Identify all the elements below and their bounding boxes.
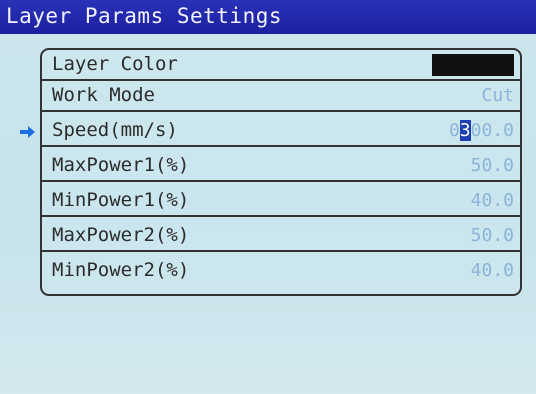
maxpower2-value[interactable]: 50.0 bbox=[471, 225, 514, 246]
params-list: Layer Color Work Mode Cut Speed(mm/s) 03… bbox=[40, 48, 522, 296]
layer-color-swatch[interactable] bbox=[432, 54, 514, 76]
row-work-mode[interactable]: Work Mode Cut bbox=[42, 81, 520, 112]
speed-digit: 0 bbox=[448, 120, 460, 141]
edit-cursor-digit[interactable]: 3 bbox=[459, 120, 471, 141]
lcd-screen: Layer Params Settings Layer Color Work M… bbox=[0, 0, 536, 394]
right-arrow-icon bbox=[20, 126, 35, 138]
minpower2-value[interactable]: 40.0 bbox=[471, 260, 514, 281]
row-maxpower1[interactable]: MaxPower1(%) 50.0 bbox=[42, 151, 520, 182]
speed-digits: 00.0 bbox=[470, 120, 514, 141]
row-label: MaxPower2(%) bbox=[52, 224, 190, 246]
row-layer-color[interactable]: Layer Color bbox=[42, 50, 520, 81]
row-label: MinPower1(%) bbox=[52, 189, 190, 211]
minpower1-value[interactable]: 40.0 bbox=[471, 190, 514, 211]
maxpower1-value[interactable]: 50.0 bbox=[471, 155, 514, 176]
work-mode-value[interactable]: Cut bbox=[481, 85, 514, 106]
speed-value[interactable]: 0300.0 bbox=[449, 120, 514, 141]
row-minpower2[interactable]: MinPower2(%) 40.0 bbox=[42, 256, 520, 285]
row-minpower1[interactable]: MinPower1(%) 40.0 bbox=[42, 186, 520, 217]
row-label: Layer Color bbox=[52, 53, 178, 75]
row-label: MinPower2(%) bbox=[52, 259, 190, 281]
row-label: Work Mode bbox=[52, 84, 155, 106]
row-speed[interactable]: Speed(mm/s) 0300.0 bbox=[42, 116, 520, 147]
page-title: Layer Params Settings bbox=[6, 4, 283, 28]
row-label: MaxPower1(%) bbox=[52, 154, 190, 176]
row-maxpower2[interactable]: MaxPower2(%) 50.0 bbox=[42, 221, 520, 252]
title-bar: Layer Params Settings bbox=[0, 0, 536, 34]
row-label: Speed(mm/s) bbox=[52, 119, 178, 141]
